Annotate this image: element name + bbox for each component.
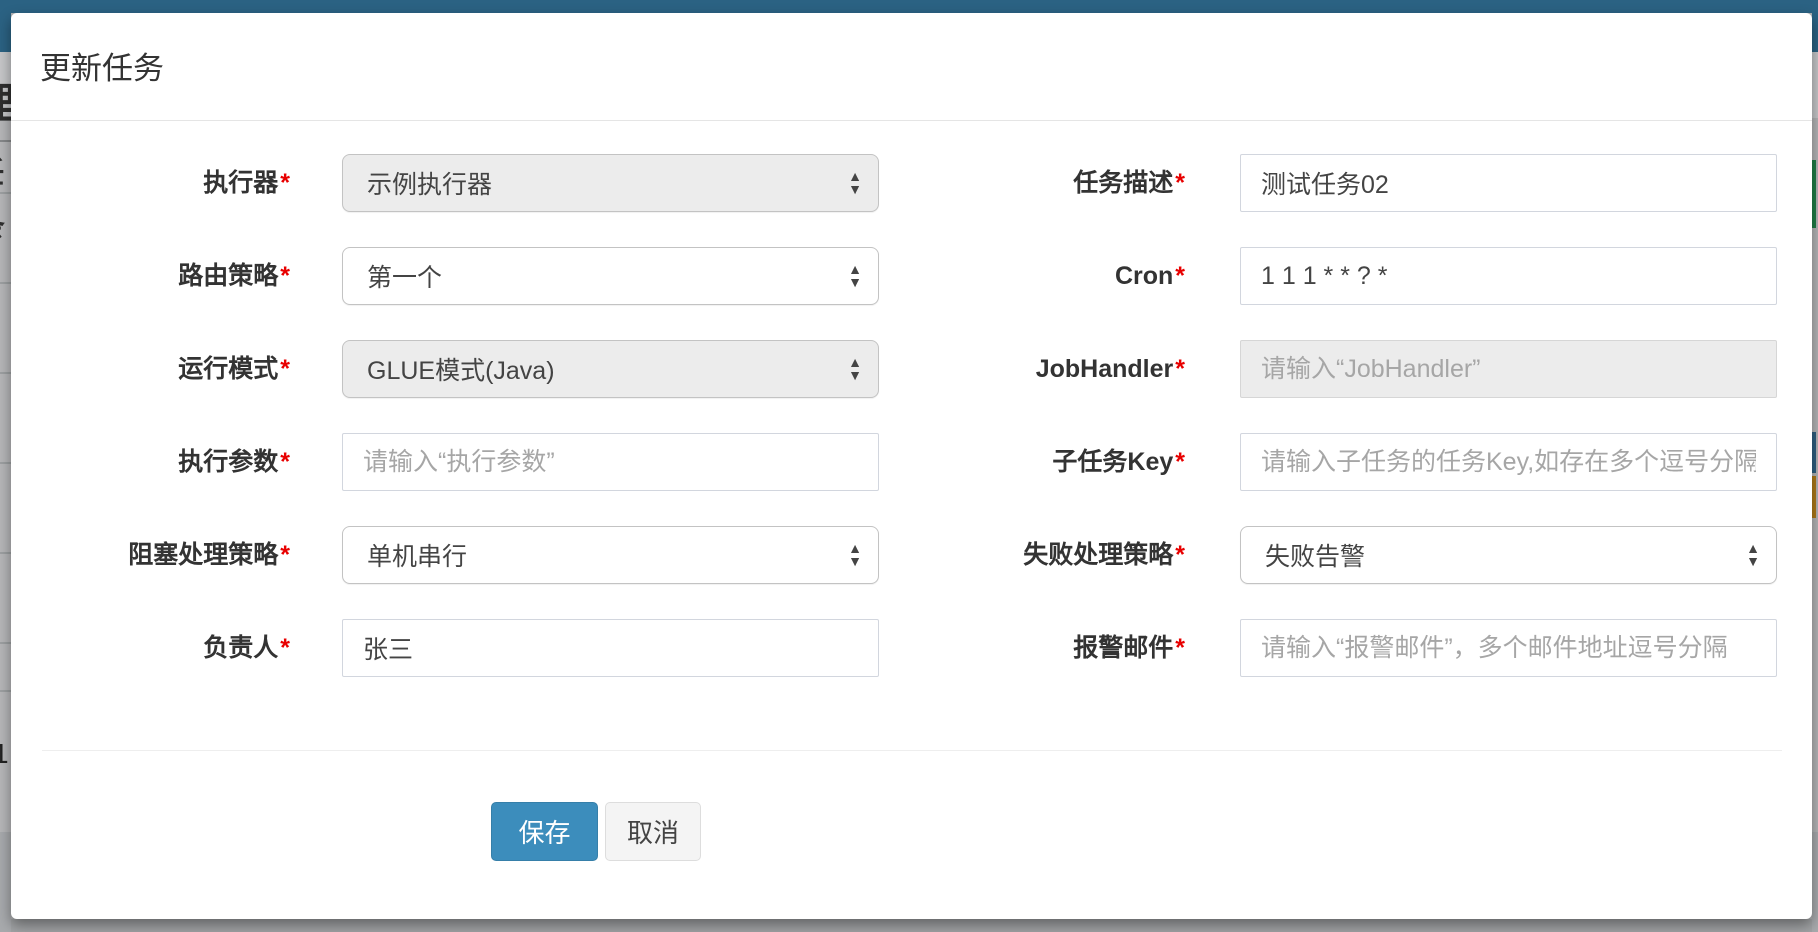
form-divider: [42, 750, 1782, 751]
update-task-modal: 更新任务 执行器* 示例执行器 ▲▼ 任务描述* 路由策略* 第一个 ▲▼ Cr…: [11, 13, 1812, 919]
background-table-line: [0, 282, 11, 284]
required-asterisk: *: [280, 262, 290, 290]
select-arrows-icon: ▲▼: [848, 263, 862, 289]
background-table-line: [0, 192, 11, 194]
background-page-bottom: [0, 832, 11, 932]
required-asterisk: *: [280, 634, 290, 662]
executor-select: 示例执行器 ▲▼: [342, 154, 879, 212]
select-arrows-icon: ▲▼: [848, 170, 862, 196]
background-table-line: [0, 552, 11, 554]
exec-param-input[interactable]: [342, 433, 879, 491]
cron-label: Cron*: [940, 260, 1185, 292]
job-desc-input[interactable]: [1240, 154, 1777, 212]
background-table-line: [0, 642, 11, 644]
fail-strategy-label: 失败处理策略*: [940, 539, 1185, 571]
background-navbar-right: [1812, 13, 1818, 52]
required-asterisk: *: [1175, 262, 1185, 290]
background-blue-button-fragment: [1812, 432, 1816, 473]
background-table-line: [0, 140, 11, 142]
modal-backdrop: [11, 919, 1812, 932]
select-arrows-icon: ▲▼: [848, 356, 862, 382]
select-arrows-icon: ▲▼: [1746, 542, 1760, 568]
required-asterisk: *: [280, 169, 290, 197]
background-navbar: [0, 0, 1818, 13]
background-row-fragment: 条: [0, 200, 5, 246]
background-pagination-fragment: 1: [0, 738, 9, 770]
background-left-sliver: 理 任 条 1: [0, 52, 11, 932]
required-asterisk: *: [280, 355, 290, 383]
cancel-button[interactable]: 取消: [605, 802, 701, 861]
background-page-bottom: [1812, 832, 1818, 932]
background-orange-button-fragment: [1812, 476, 1816, 518]
job-handler-input: [1240, 340, 1777, 398]
block-strategy-label: 阻塞处理策略*: [40, 539, 290, 571]
block-strategy-select[interactable]: 单机串行 ▲▼: [342, 526, 879, 584]
child-jobkey-label: 子任务Key*: [940, 446, 1185, 478]
job-desc-label: 任务描述*: [940, 167, 1185, 199]
job-handler-label: JobHandler*: [940, 353, 1185, 385]
alarm-email-label: 报警邮件*: [940, 632, 1185, 664]
route-strategy-label: 路由策略*: [40, 260, 290, 292]
executor-label: 执行器*: [40, 167, 290, 199]
background-table-line: [0, 690, 11, 692]
background-row-fragment: 任: [0, 148, 4, 192]
background-heading-fragment: 理: [0, 70, 11, 131]
modal-title: 更新任务: [40, 43, 164, 88]
cron-input[interactable]: [1240, 247, 1777, 305]
glue-type-label: 运行模式*: [40, 353, 290, 385]
required-asterisk: *: [280, 448, 290, 476]
alarm-email-input[interactable]: [1240, 619, 1777, 677]
background-content-header: [1812, 52, 1818, 118]
required-asterisk: *: [280, 541, 290, 569]
author-input[interactable]: [342, 619, 879, 677]
background-table-line: [0, 462, 11, 464]
required-asterisk: *: [1175, 448, 1185, 476]
required-asterisk: *: [1175, 634, 1185, 662]
required-asterisk: *: [1175, 355, 1185, 383]
background-green-button-fragment: [1812, 160, 1816, 228]
select-arrows-icon: ▲▼: [848, 542, 862, 568]
glue-type-select: GLUE模式(Java) ▲▼: [342, 340, 879, 398]
required-asterisk: *: [1175, 541, 1185, 569]
save-button[interactable]: 保存: [491, 802, 598, 861]
fail-strategy-select[interactable]: 失败告警 ▲▼: [1240, 526, 1777, 584]
child-jobkey-input[interactable]: [1240, 433, 1777, 491]
author-label: 负责人*: [40, 632, 290, 664]
background-navbar-left: [0, 13, 11, 52]
required-asterisk: *: [1175, 169, 1185, 197]
background-table-line: [0, 372, 11, 374]
exec-param-label: 执行参数*: [40, 446, 290, 478]
route-strategy-select[interactable]: 第一个 ▲▼: [342, 247, 879, 305]
modal-header-divider: [11, 120, 1812, 121]
screen: 理 任 条 1 更新任务 执行器* 示例执行器 ▲▼ 任务描述* 路由策略*: [0, 0, 1818, 932]
